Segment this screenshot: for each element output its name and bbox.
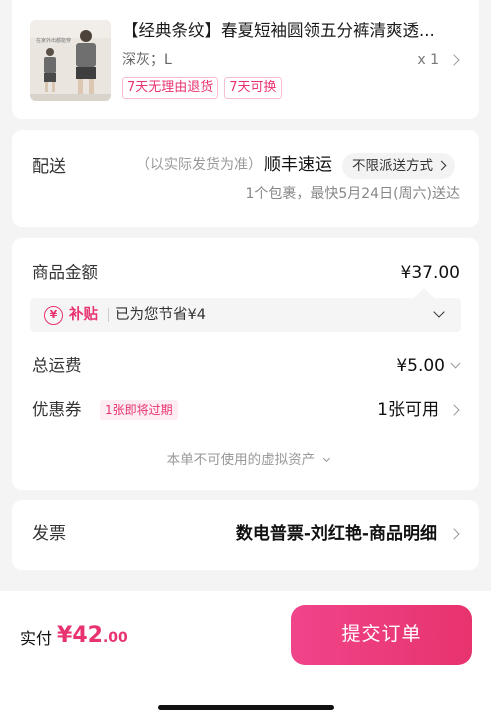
pay-currency-symbol: ¥ — [57, 623, 73, 648]
tag-return-7days: 7天无理由退货 — [122, 77, 219, 99]
subsidy-yen-icon: ¥ — [44, 306, 63, 325]
divider — [108, 308, 109, 322]
coupon-label: 优惠券 — [32, 400, 82, 419]
pay-amount-integer: 42 — [72, 623, 103, 648]
product-quantity: x 1 — [417, 52, 439, 68]
delivery-card: 配送 （以实际发货为准） 顺丰速运 不限派送方式 1个包裹，最快5月24日(周六… — [12, 130, 479, 227]
chevron-down-icon — [323, 454, 331, 463]
chevron-down-icon[interactable] — [450, 358, 461, 369]
subsidy-savings-text: 已为您节省¥4 — [115, 307, 206, 323]
subsidy-bar[interactable]: ¥ 补贴 已为您节省¥4 — [30, 288, 461, 332]
coupon-value[interactable]: 1张可用 — [377, 398, 439, 422]
chevron-right-icon — [436, 160, 447, 171]
chevron-right-icon[interactable] — [448, 54, 460, 66]
virtual-assets-label: 本单不可使用的虚拟资产 — [166, 452, 316, 468]
goods-amount-value: ¥37.00 — [400, 263, 460, 283]
delivery-note: （以实际发货为准） — [136, 157, 262, 173]
submit-order-button[interactable]: 提交订单 — [291, 605, 472, 665]
pay-label: 实付 — [20, 629, 53, 648]
product-title[interactable]: 【经典条纹】春夏短袖圆领五分裤清爽透... — [122, 20, 472, 42]
delivery-method-button[interactable]: 不限派送方式 — [342, 153, 455, 179]
delivery-eta: 1个包裹，最快5月24日(周六)送达 — [245, 186, 460, 202]
delivery-carrier: 顺丰速运 — [264, 155, 332, 175]
invoice-card[interactable]: 发票 数电普票-刘红艳-商品明细 — [12, 500, 479, 570]
shipping-fee-value[interactable]: ¥5.00 — [396, 354, 445, 378]
pay-amount-decimal: .00 — [102, 630, 128, 646]
subsidy-label: 补贴 — [69, 307, 98, 323]
home-indicator[interactable] — [158, 705, 334, 710]
pay-amount: ¥42.00 — [57, 621, 128, 653]
delivery-method-label: 不限派送方式 — [352, 158, 433, 174]
invoice-value[interactable]: 数电普票-刘红艳-商品明细 — [236, 522, 437, 546]
invoice-label: 发票 — [32, 524, 66, 544]
chevron-down-icon[interactable] — [433, 306, 445, 318]
coupon-expiring-badge: 1张即将过期 — [100, 400, 178, 420]
product-variant: 深灰；L — [122, 52, 172, 68]
product-thumbnail[interactable]: 在家外出都能穿 — [30, 20, 111, 101]
shipping-fee-label: 总运费 — [32, 356, 82, 375]
checkout-bar: 实付 ¥42.00 提交订单 — [0, 591, 491, 720]
product-card[interactable]: 在家外出都能穿 【经典条纹】春夏短袖圆领五分裤清爽透... 深灰；L x 1 7… — [12, 0, 479, 119]
tag-exchange-7days: 7天可换 — [224, 77, 282, 99]
price-card: 商品金额 ¥37.00 ¥ 补贴 已为您节省¥4 总运费 ¥5.00 优惠券 1… — [12, 238, 479, 490]
chevron-right-icon[interactable] — [448, 404, 460, 416]
product-image-caption: 在家外出都能穿 — [36, 37, 71, 44]
chevron-right-icon[interactable] — [448, 528, 460, 540]
virtual-assets-note[interactable]: 本单不可使用的虚拟资产 — [12, 450, 479, 470]
product-photo-icon: 在家外出都能穿 — [30, 20, 111, 101]
delivery-label: 配送 — [32, 157, 66, 177]
service-tags: 7天无理由退货 7天可换 — [122, 77, 282, 99]
goods-amount-label: 商品金额 — [32, 263, 98, 282]
